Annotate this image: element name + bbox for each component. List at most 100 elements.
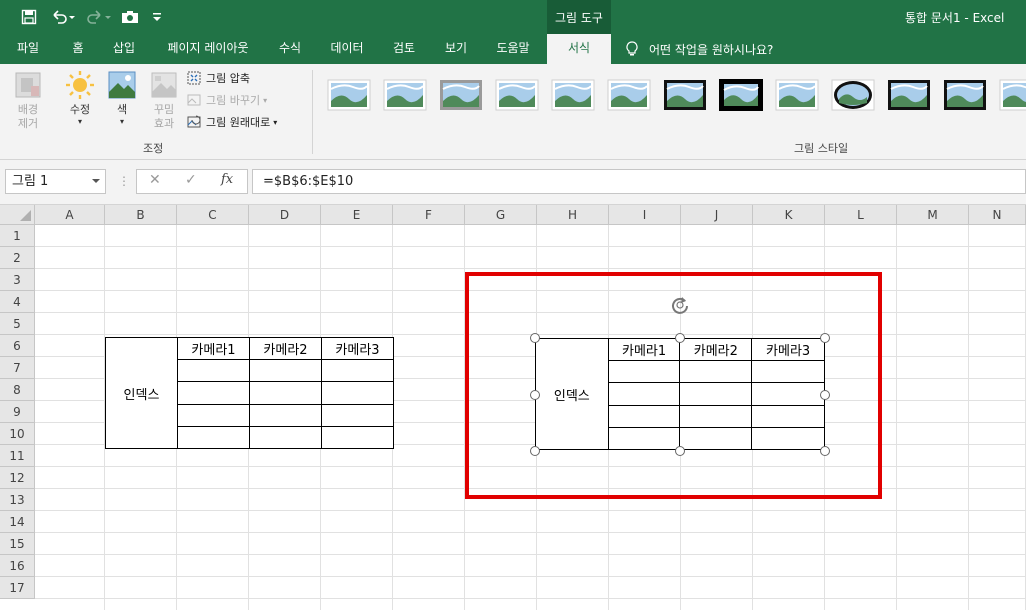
row-header[interactable]: 15: [0, 533, 35, 555]
empty-cell[interactable]: [249, 403, 322, 427]
column-header[interactable]: E: [321, 205, 393, 225]
picture-style-thumbnail[interactable]: [662, 76, 708, 114]
picture-style-thumbnail[interactable]: [606, 76, 652, 114]
worksheet-grid[interactable]: ABCDEFGHIJKLMN 1 2 3 4 5 6 7 8 9 10 11 12 13 14 15 16 17…: [0, 205, 1026, 610]
row-header[interactable]: 2: [0, 247, 35, 269]
picture-style-thumbnail[interactable]: [438, 76, 484, 114]
empty-cell[interactable]: [321, 381, 394, 405]
remove-background-button[interactable]: 배경 제거: [6, 68, 50, 131]
column-header[interactable]: H: [537, 205, 609, 225]
name-box[interactable]: 그림 1: [5, 169, 106, 194]
picture-style-thumbnail[interactable]: [942, 76, 988, 114]
empty-cell[interactable]: [249, 359, 322, 383]
empty-cell[interactable]: [249, 381, 322, 405]
tab-insert[interactable]: 삽입: [103, 34, 145, 64]
column-header[interactable]: C: [177, 205, 249, 225]
empty-cell[interactable]: [177, 403, 250, 427]
picture-style-thumbnail[interactable]: [998, 76, 1026, 114]
header-cell[interactable]: 카메라1: [177, 336, 250, 361]
index-cell[interactable]: 인덱스: [105, 337, 178, 449]
insert-function-icon[interactable]: fx: [221, 172, 233, 187]
formula-bar-splitter[interactable]: ⋮: [118, 174, 130, 188]
empty-cell[interactable]: [321, 425, 394, 450]
row-header[interactable]: 11: [0, 445, 35, 467]
row-header[interactable]: 3: [0, 269, 35, 291]
picture-style-thumbnail[interactable]: [774, 76, 820, 114]
picture-style-thumbnail[interactable]: [718, 76, 764, 114]
tell-me-search[interactable]: 어떤 작업을 원하시나요?: [626, 34, 773, 64]
picture-style-thumbnail[interactable]: [830, 76, 876, 114]
cancel-icon[interactable]: ✕: [149, 172, 161, 188]
tab-home[interactable]: 홈: [63, 34, 93, 64]
resize-handle[interactable]: [530, 390, 540, 400]
tab-page-layout[interactable]: 페이지 레이아웃: [157, 34, 259, 64]
empty-cell[interactable]: [249, 425, 322, 450]
empty-cell[interactable]: [177, 359, 250, 383]
column-header[interactable]: B: [105, 205, 177, 225]
save-icon[interactable]: [18, 6, 40, 28]
row-header[interactable]: 12: [0, 467, 35, 489]
row-header[interactable]: 7: [0, 357, 35, 379]
resize-handle[interactable]: [675, 446, 685, 456]
row-header[interactable]: 9: [0, 401, 35, 423]
row-header[interactable]: 6: [0, 335, 35, 357]
row-header[interactable]: 13: [0, 489, 35, 511]
compress-pictures-button[interactable]: 그림 압축: [186, 68, 250, 88]
row-header[interactable]: 8: [0, 379, 35, 401]
resize-handle[interactable]: [820, 390, 830, 400]
redo-icon[interactable]: [84, 6, 114, 28]
column-header[interactable]: I: [609, 205, 681, 225]
resize-handle[interactable]: [820, 333, 830, 343]
formula-input[interactable]: =$B$6:$E$10: [252, 169, 1026, 194]
tab-review[interactable]: 검토: [383, 34, 425, 64]
empty-cell[interactable]: [321, 403, 394, 427]
column-header[interactable]: J: [681, 205, 753, 225]
column-header[interactable]: G: [465, 205, 537, 225]
source-table[interactable]: 인덱스 카메라1 카메라2 카메라3: [105, 336, 394, 450]
header-cell[interactable]: 카메라2: [249, 336, 322, 361]
tab-data[interactable]: 데이터: [321, 34, 373, 64]
linked-picture[interactable]: 인덱스 카메라1 카메라2 카메라3: [535, 337, 825, 451]
row-header[interactable]: 16: [0, 555, 35, 577]
column-header[interactable]: K: [753, 205, 825, 225]
tab-formulas[interactable]: 수식: [269, 34, 311, 64]
column-header[interactable]: F: [393, 205, 465, 225]
camera-icon[interactable]: [120, 6, 140, 28]
column-header[interactable]: L: [825, 205, 897, 225]
corrections-button[interactable]: 수정 ▾: [58, 68, 102, 127]
picture-style-thumbnail[interactable]: [550, 76, 596, 114]
select-all-button[interactable]: [0, 205, 35, 225]
undo-icon[interactable]: [48, 6, 78, 28]
resize-handle[interactable]: [675, 333, 685, 343]
row-header[interactable]: 5: [0, 313, 35, 335]
column-header[interactable]: N: [969, 205, 1026, 225]
tab-help[interactable]: 도움말: [487, 34, 539, 64]
empty-cell[interactable]: [177, 425, 250, 450]
header-cell[interactable]: 카메라3: [321, 336, 394, 361]
resize-handle[interactable]: [530, 333, 540, 343]
enter-icon[interactable]: ✓: [185, 172, 197, 188]
row-header[interactable]: 1: [0, 225, 35, 247]
column-header[interactable]: A: [35, 205, 105, 225]
tab-view[interactable]: 보기: [435, 34, 477, 64]
empty-cell[interactable]: [321, 359, 394, 383]
color-button[interactable]: 색 ▾: [100, 68, 144, 127]
change-picture-button[interactable]: 그림 바꾸기 ▾: [186, 90, 267, 110]
row-header[interactable]: 14: [0, 511, 35, 533]
reset-picture-button[interactable]: 그림 원래대로 ▾: [186, 112, 277, 132]
picture-style-thumbnail[interactable]: [494, 76, 540, 114]
tab-file[interactable]: 파일: [3, 34, 53, 64]
row-header[interactable]: 17: [0, 577, 35, 599]
picture-style-thumbnail[interactable]: [886, 76, 932, 114]
row-header[interactable]: 4: [0, 291, 35, 313]
customize-qat-icon[interactable]: [150, 6, 164, 28]
artistic-effects-button[interactable]: 꾸밈 효과: [142, 68, 186, 131]
column-header[interactable]: D: [249, 205, 321, 225]
resize-handle[interactable]: [820, 446, 830, 456]
column-header[interactable]: M: [897, 205, 969, 225]
tab-format[interactable]: 서식: [547, 34, 611, 64]
row-header[interactable]: 10: [0, 423, 35, 445]
empty-cell[interactable]: [177, 381, 250, 405]
resize-handle[interactable]: [530, 446, 540, 456]
picture-style-thumbnail[interactable]: [382, 76, 428, 114]
